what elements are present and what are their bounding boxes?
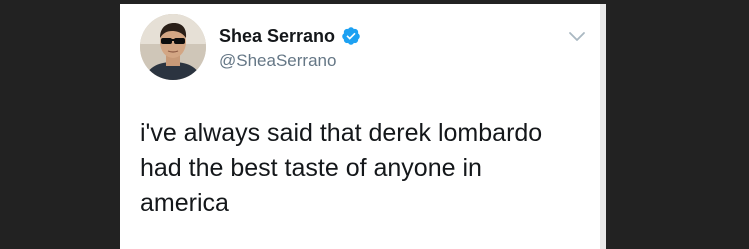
tweet-text-line: america	[140, 189, 229, 217]
verified-badge-icon	[342, 27, 360, 45]
tweet-text: i've always said that derek lombardo had…	[140, 116, 580, 221]
display-name[interactable]: Shea Serrano	[219, 25, 335, 47]
chevron-down-icon[interactable]	[567, 30, 587, 44]
tweet-card: Shea Serrano @SheaSerrano i've always sa…	[120, 4, 606, 249]
name-row: Shea Serrano	[219, 25, 361, 47]
avatar[interactable]	[140, 14, 206, 80]
tweet-text-line: had the best taste of anyone in	[140, 154, 482, 182]
tweet-text-line: i've always said that derek lombardo	[140, 119, 543, 147]
card-edge	[600, 4, 606, 249]
handle[interactable]: @SheaSerrano	[219, 50, 336, 72]
avatar-image	[140, 14, 206, 80]
